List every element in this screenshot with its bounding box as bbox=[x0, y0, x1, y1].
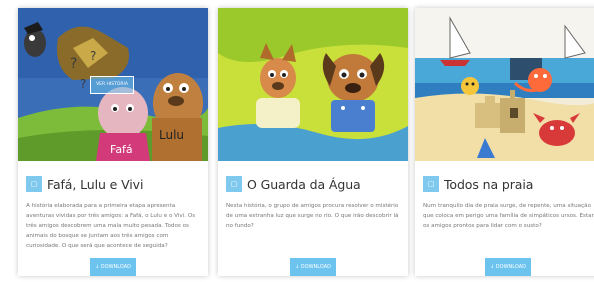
book-icon: ▢ bbox=[423, 176, 439, 192]
story-card-todos-na-praia: ▢ Todos na praia Num tranquilo dia de pr… bbox=[415, 8, 594, 276]
story-illustration[interactable]: ? ? ? Fafá Lulu VER HISTÓRIA bbox=[18, 8, 208, 161]
story-illustration[interactable] bbox=[218, 8, 408, 161]
story-illustration-art bbox=[218, 8, 408, 161]
story-card-guarda-agua: ▢ O Guarda da Água Nesta história, o gru… bbox=[218, 8, 408, 276]
story-illustration-art bbox=[415, 8, 594, 161]
book-icon: ▢ bbox=[226, 176, 242, 192]
svg-text:?: ? bbox=[80, 77, 86, 91]
svg-text:?: ? bbox=[90, 49, 96, 63]
story-illustration[interactable] bbox=[415, 8, 594, 161]
card-title-row: ▢ Fafá, Lulu e Vivi bbox=[26, 174, 204, 194]
view-story-button[interactable]: VER HISTÓRIA bbox=[90, 76, 134, 94]
story-card-fafa-lulu-vivi: ? ? ? Fafá Lulu VER HISTÓRIA ▢ Fafá, Lul… bbox=[18, 8, 208, 276]
illustration-label-fafa: Fafá bbox=[110, 143, 133, 156]
card-title-row: ▢ Todos na praia bbox=[423, 174, 594, 194]
card-description: A história elaborada para a primeira eta… bbox=[26, 203, 196, 249]
card-title-row: ▢ O Guarda da Água bbox=[226, 174, 404, 194]
download-button[interactable]: ↓ DOWNLOAD bbox=[290, 258, 336, 276]
download-button[interactable]: ↓ DOWNLOAD bbox=[90, 258, 136, 276]
svg-text:?: ? bbox=[70, 56, 77, 72]
illustration-label-lulu: Lulu bbox=[159, 128, 184, 142]
book-icon: ▢ bbox=[26, 176, 42, 192]
card-title[interactable]: O Guarda da Água bbox=[247, 177, 361, 192]
card-title[interactable]: Fafá, Lulu e Vivi bbox=[47, 177, 143, 192]
card-description: Num tranquilo dia de praia surge, de rep… bbox=[423, 203, 594, 229]
download-button[interactable]: ↓ DOWNLOAD bbox=[485, 258, 531, 276]
card-description: Nesta história, o grupo de amigos procur… bbox=[226, 203, 399, 229]
card-title[interactable]: Todos na praia bbox=[444, 177, 533, 192]
